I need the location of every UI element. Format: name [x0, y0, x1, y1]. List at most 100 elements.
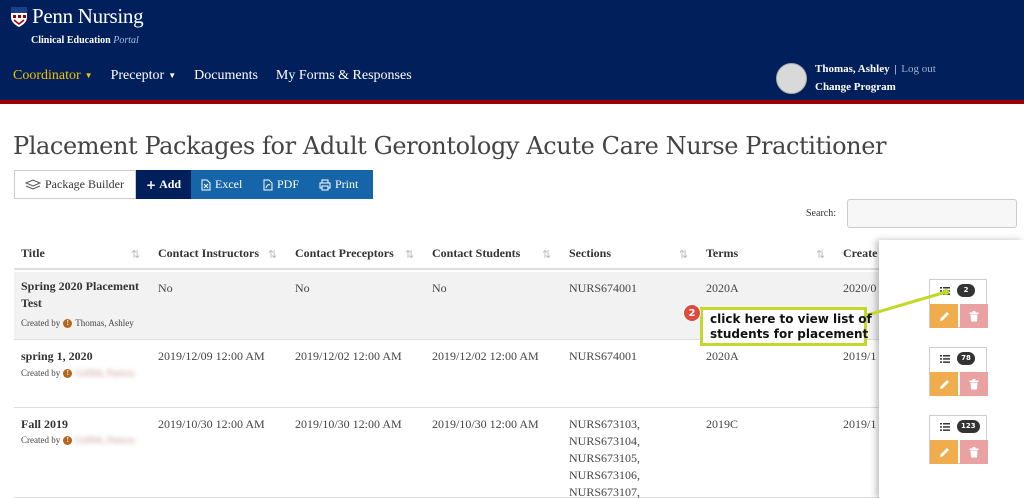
created-by-label: Created by — [21, 368, 61, 378]
created-by-label: Created by — [21, 435, 61, 445]
info-icon[interactable]: ! — [63, 435, 73, 445]
row-title: Spring 2020 Placement Test — [21, 279, 139, 310]
change-program-link[interactable]: Change Program — [815, 81, 896, 93]
avatar[interactable] — [776, 63, 807, 94]
view-students-button[interactable]: 123 — [930, 416, 986, 438]
top-header: Penn Nursing Clinical Education Portal C… — [0, 0, 1024, 100]
caret-down-icon: ▼ — [84, 71, 93, 81]
th-contact-instructors[interactable]: Contact Instructors — [158, 246, 259, 261]
created-cell: 2019/1 — [843, 349, 877, 363]
row-actions: 78 — [929, 347, 988, 396]
step-number-badge: 2 — [683, 304, 701, 322]
nav-coordinator[interactable]: Coordinator ▼ — [13, 68, 93, 84]
contact-preceptors-cell: 2019/12/02 12:00 AM — [295, 349, 402, 363]
contact-students-cell: 2019/10/30 12:00 AM — [432, 417, 539, 431]
edit-button[interactable] — [930, 372, 958, 396]
search-input[interactable] — [847, 199, 1017, 228]
print-label: Print — [335, 177, 359, 191]
sections-cell: NURS674001 — [569, 281, 638, 295]
add-button[interactable]: + Add — [136, 170, 191, 199]
trash-icon — [969, 310, 979, 321]
student-count-badge: 123 — [957, 420, 980, 433]
list-icon — [940, 287, 950, 295]
row-title: Fall 2019 — [21, 417, 68, 431]
view-students-button[interactable]: 2 — [930, 280, 986, 302]
created-cell: 2019/1 — [843, 417, 877, 431]
info-icon[interactable]: ! — [63, 368, 73, 378]
trash-icon — [969, 446, 979, 457]
sort-icon[interactable]: ⇅ — [542, 248, 551, 261]
terms-cell: 2020A — [706, 281, 739, 295]
excel-label: Excel — [215, 177, 243, 191]
penn-shield-icon — [11, 6, 27, 27]
row-actions: 2 — [929, 279, 988, 328]
toolbar: Package Builder + Add Excel PDF Print — [14, 170, 373, 199]
created-by: Created by ! Griffith, Patricia — [21, 435, 135, 445]
callout-annotation: click here to view list of students for … — [700, 307, 872, 346]
th-terms[interactable]: Terms — [706, 246, 738, 261]
th-created[interactable]: Create — [843, 246, 877, 261]
sections-cell: NURS673103, NURS673104, NURS673105, NURS… — [569, 417, 641, 498]
student-count-badge: 2 — [957, 284, 975, 297]
created-cell: 2020/0 — [843, 281, 877, 295]
sort-icon[interactable]: ⇅ — [816, 248, 825, 261]
table-header-row: Title ⇅ Contact Instructors ⇅ Contact Pr… — [14, 240, 894, 270]
nav-documents[interactable]: Documents — [194, 68, 258, 84]
nav-my-forms-responses[interactable]: My Forms & Responses — [276, 68, 412, 84]
contact-instructors-cell: 2019/12/09 12:00 AM — [158, 349, 265, 363]
brand-subtitle: Clinical Education Portal — [31, 35, 139, 46]
callout-line-2: students for placement — [710, 327, 869, 341]
contact-preceptors-cell: No — [295, 281, 310, 295]
contact-instructors-cell: 2019/10/30 12:00 AM — [158, 417, 265, 431]
delete-button[interactable] — [960, 372, 988, 396]
actions-panel: 2 78 123 — [879, 240, 1024, 498]
table-row: Fall 2019 Created by ! Griffith, Patrici… — [14, 408, 894, 498]
logout-link[interactable]: Log out — [901, 63, 936, 75]
view-students-button[interactable]: 78 — [930, 348, 986, 370]
th-sections[interactable]: Sections — [569, 246, 611, 261]
sort-icon[interactable]: ⇅ — [405, 248, 414, 261]
row-title: spring 1, 2020 — [21, 349, 93, 363]
contact-instructors-cell: No — [158, 281, 173, 295]
pencil-icon — [939, 379, 949, 389]
pencil-icon — [939, 311, 949, 321]
excel-button[interactable]: Excel — [191, 170, 253, 199]
nav-preceptor-label: Preceptor — [110, 68, 165, 83]
th-contact-students[interactable]: Contact Students — [432, 246, 520, 261]
th-title[interactable]: Title — [21, 246, 45, 261]
edit-button[interactable] — [930, 304, 958, 328]
th-contact-preceptors[interactable]: Contact Preceptors — [295, 246, 394, 261]
page-title: Placement Packages for Adult Gerontology… — [13, 132, 887, 160]
sort-icon[interactable]: ⇅ — [131, 248, 140, 261]
print-icon — [319, 179, 331, 190]
sort-icon[interactable]: ⇅ — [268, 248, 277, 261]
trash-icon — [969, 378, 979, 389]
delete-button[interactable] — [960, 304, 988, 328]
plus-icon: + — [146, 177, 157, 192]
brand-name: Penn Nursing — [32, 4, 144, 28]
info-icon[interactable]: ! — [63, 318, 73, 328]
search-label: Search: — [806, 208, 836, 219]
user-name: Thomas, Ashley — [815, 63, 890, 75]
sections-cell: NURS674001 — [569, 349, 638, 363]
row-actions: 123 — [929, 415, 988, 464]
delete-button[interactable] — [960, 440, 988, 464]
penn-nursing-logo[interactable]: Penn Nursing — [10, 4, 144, 29]
pdf-label: PDF — [276, 177, 299, 191]
terms-cell: 2019C — [706, 417, 739, 431]
package-builder-button[interactable]: Package Builder — [14, 170, 136, 199]
sort-icon[interactable]: ⇅ — [679, 248, 688, 261]
contact-students-cell: No — [432, 281, 447, 295]
nav-preceptor[interactable]: Preceptor ▼ — [111, 68, 177, 84]
brand-subtitle-text: Clinical Education — [31, 35, 111, 46]
pdf-file-icon — [263, 179, 273, 190]
package-builder-label: Package Builder — [45, 177, 124, 191]
created-by-name: Thomas, Ashley — [75, 318, 134, 328]
list-icon — [940, 355, 950, 363]
pdf-button[interactable]: PDF — [253, 170, 309, 199]
brand-subtitle-portal: Portal — [113, 35, 139, 46]
callout-line-1: click here to view list of — [710, 312, 872, 326]
print-button[interactable]: Print — [309, 170, 373, 199]
terms-cell: 2020A — [706, 349, 739, 363]
edit-button[interactable] — [930, 440, 958, 464]
